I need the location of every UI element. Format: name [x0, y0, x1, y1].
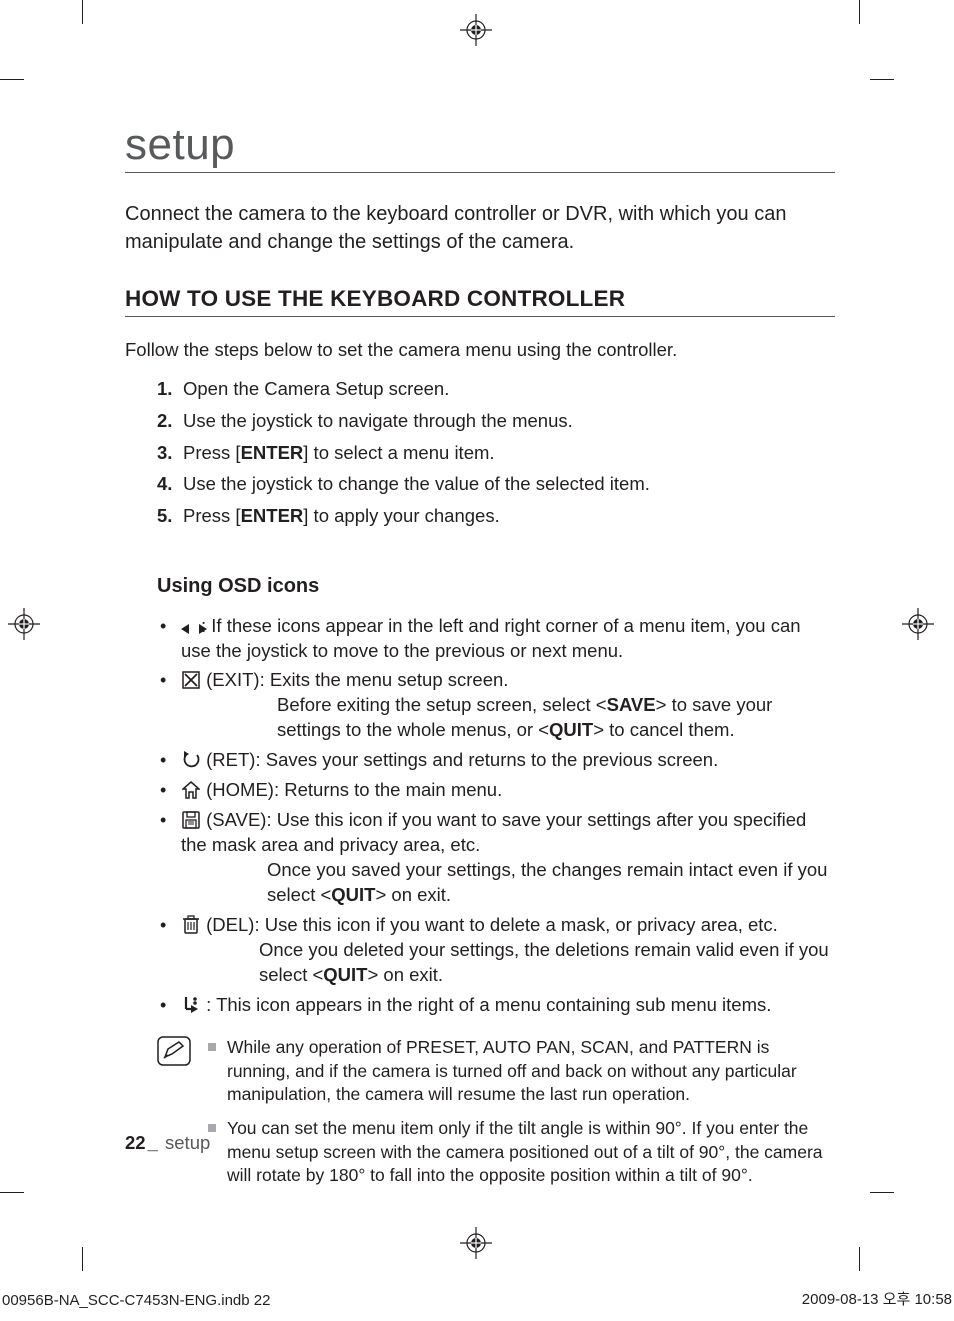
registration-mark-icon [902, 608, 934, 640]
registration-mark-icon [8, 608, 40, 640]
osd-text-line: Once you saved your settings, the change… [181, 858, 835, 908]
step-text: Press [ [183, 505, 241, 526]
osd-item-submenu: : This icon appears in the right of a me… [157, 993, 835, 1018]
note-item: While any operation of PRESET, AUTO PAN,… [205, 1036, 835, 1107]
footer-filename: 00956B-NA_SCC-C7453N-ENG.indb 22 [2, 1292, 270, 1309]
crop-mark [870, 1192, 894, 1193]
keyword-quit: QUIT [549, 719, 593, 740]
osd-text-line: Before exiting the setup screen, select … [181, 693, 835, 743]
follow-text: Follow the steps below to set the camera… [125, 339, 835, 361]
registration-mark-icon [460, 14, 492, 46]
steps-list: Open the Camera Setup screen. Use the jo… [157, 375, 835, 530]
step-item: Use the joystick to change the value of … [157, 470, 835, 499]
note-list: While any operation of PRESET, AUTO PAN,… [205, 1036, 835, 1198]
note-item: You can set the menu item only if the ti… [205, 1117, 835, 1188]
step-item: Open the Camera Setup screen. [157, 375, 835, 404]
osd-item-arrows: : If these icons appear in the left and … [157, 614, 835, 664]
return-icon [181, 751, 201, 769]
step-item: Use the joystick to navigate through the… [157, 407, 835, 436]
step-text: Use the joystick to navigate through the… [183, 410, 573, 431]
footer-separator: _ [148, 1132, 158, 1153]
page-number: 22 [125, 1132, 146, 1153]
osd-item-ret: (RET): Saves your settings and returns t… [157, 748, 835, 773]
keyword-enter: ENTER [241, 442, 304, 463]
osd-item-save: (SAVE): Use this icon if you want to sav… [157, 808, 835, 908]
keyword-save: SAVE [607, 694, 656, 715]
note-box: While any operation of PRESET, AUTO PAN,… [157, 1036, 835, 1198]
left-right-arrow-icon [181, 617, 201, 635]
step-text: Press [ [183, 442, 241, 463]
page-title: setup [125, 120, 835, 173]
crop-mark [859, 0, 860, 24]
keyword-quit: QUIT [323, 964, 367, 985]
osd-text: (RET): Saves your settings and returns t… [201, 749, 718, 770]
osd-text: : This icon appears in the right of a me… [201, 994, 771, 1015]
osd-text: (HOME): Returns to the main menu. [201, 779, 502, 800]
osd-text-line: Once you deleted your settings, the dele… [181, 938, 835, 988]
crop-mark [0, 1192, 24, 1193]
osd-item-home: (HOME): Returns to the main menu. [157, 778, 835, 803]
submenu-arrow-icon [181, 996, 201, 1014]
delete-icon [181, 915, 201, 933]
intro-paragraph: Connect the camera to the keyboard contr… [125, 201, 835, 256]
crop-mark [859, 1247, 860, 1271]
osd-item-exit: (EXIT): Exits the menu setup screen. Bef… [157, 668, 835, 743]
keyword-quit: QUIT [331, 884, 375, 905]
osd-icon-list: : If these icons appear in the left and … [157, 614, 835, 1019]
step-text: ] to select a menu item. [303, 442, 494, 463]
footer-timestamp: 2009-08-13 오후 10:58 [802, 1288, 952, 1309]
osd-text: : If these icons appear in the left and … [181, 615, 801, 661]
crop-mark [870, 79, 894, 80]
footer-section: setup [160, 1132, 210, 1153]
page-content: setup Connect the camera to the keyboard… [125, 120, 835, 1198]
keyword-enter: ENTER [241, 505, 304, 526]
page-footer: 22_ setup [125, 1132, 210, 1154]
registration-mark-icon [460, 1227, 492, 1259]
crop-mark [82, 0, 83, 24]
osd-text: (DEL): Use this icon if you want to dele… [201, 914, 778, 935]
save-icon [181, 811, 201, 829]
step-text: ] to apply your changes. [303, 505, 499, 526]
section-heading: HOW TO USE THE KEYBOARD CONTROLLER [125, 286, 835, 317]
step-item: Press [ENTER] to select a menu item. [157, 439, 835, 468]
step-text: Use the joystick to change the value of … [183, 473, 650, 494]
osd-item-del: (DEL): Use this icon if you want to dele… [157, 913, 835, 988]
subsection-heading: Using OSD icons [157, 575, 835, 598]
step-text: Open the Camera Setup screen. [183, 378, 449, 399]
step-item: Press [ENTER] to apply your changes. [157, 502, 835, 531]
osd-text: (SAVE): Use this icon if you want to sav… [181, 809, 806, 855]
crop-mark [82, 1247, 83, 1271]
crop-mark [0, 79, 24, 80]
osd-text: (EXIT): Exits the menu setup screen. [201, 669, 508, 690]
home-icon [181, 781, 201, 799]
note-pencil-icon [157, 1036, 191, 1066]
exit-icon [181, 671, 201, 689]
